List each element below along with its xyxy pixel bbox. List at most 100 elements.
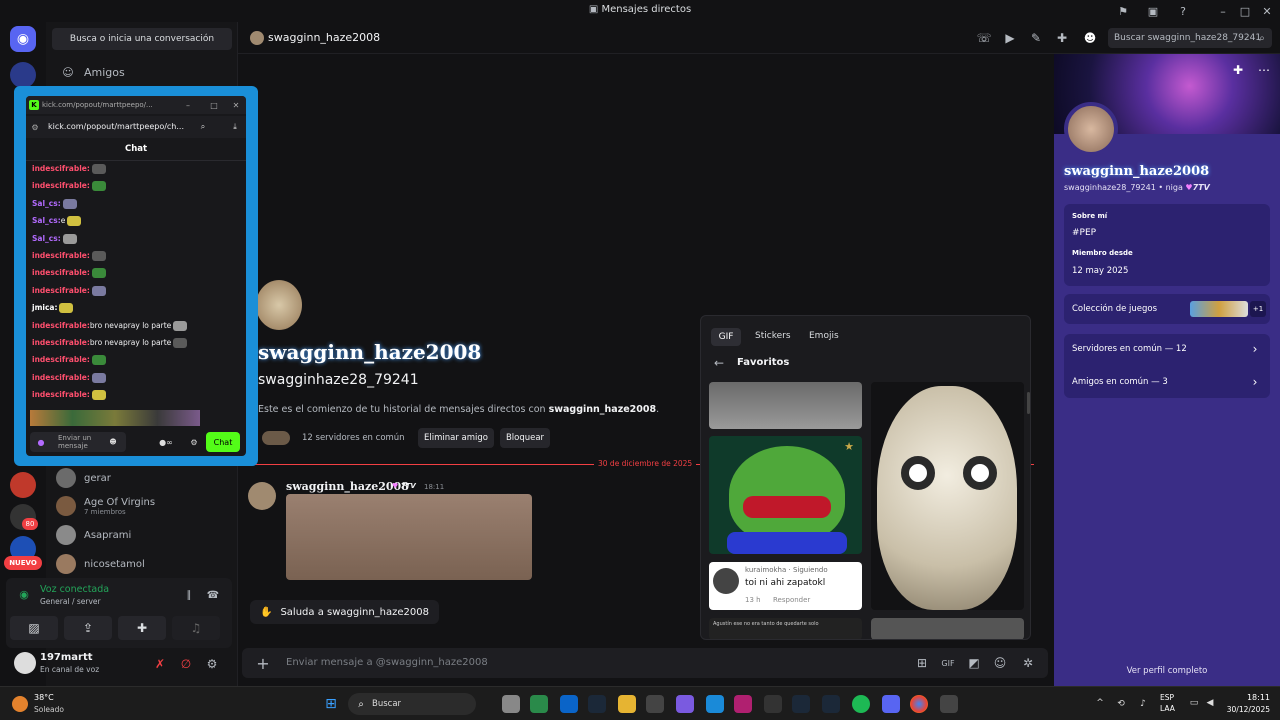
full-profile-link[interactable]: Ver perfil completo: [1054, 666, 1280, 676]
activities-button[interactable]: ✚: [118, 616, 166, 640]
disconnect-icon[interactable]: ☎: [206, 588, 220, 602]
copilot-icon[interactable]: [676, 695, 694, 713]
app-icon[interactable]: [646, 695, 664, 713]
edge-icon[interactable]: [706, 695, 724, 713]
download-icon[interactable]: ⤓: [230, 122, 240, 132]
folder-icon[interactable]: [618, 695, 636, 713]
games-card[interactable]: Colección de juegos +1: [1064, 294, 1270, 324]
mute-icon[interactable]: ✗: [152, 656, 168, 672]
kick-send-button[interactable]: Chat: [206, 432, 240, 452]
gif-thumbnail[interactable]: Agustín ese no era tanto de quedarte sol…: [709, 618, 862, 639]
gif-thumbnail[interactable]: [709, 382, 862, 429]
kick-chat-username[interactable]: indescifrable:: [32, 164, 90, 173]
inbox-icon[interactable]: ⚑: [1114, 3, 1132, 19]
clock-time[interactable]: 18:11: [1224, 693, 1270, 702]
wave-button[interactable]: ✋ Saluda a swagginn_haze2008: [250, 600, 439, 624]
video-icon[interactable]: ▶: [1002, 30, 1018, 46]
dm-search-button[interactable]: Busca o inicia una conversación: [52, 28, 232, 50]
app-icon[interactable]: [530, 695, 548, 713]
start-icon[interactable]: ⊞: [322, 695, 340, 713]
discord-taskbar-icon[interactable]: [882, 695, 900, 713]
outlook-icon[interactable]: [560, 695, 578, 713]
discord-home-icon[interactable]: ◉: [10, 26, 36, 52]
minimize-icon[interactable]: –: [1214, 3, 1232, 19]
server-icon[interactable]: [10, 62, 36, 88]
user-profile-icon[interactable]: ☻: [1082, 30, 1098, 46]
search-input[interactable]: Buscar swagginn_haze28_79241: [1108, 28, 1272, 48]
settings-icon[interactable]: ⚙: [204, 656, 220, 672]
user-avatar[interactable]: [14, 652, 36, 674]
kick-chat-username[interactable]: indescifrable:: [32, 286, 90, 295]
remove-friend-button[interactable]: Eliminar amigo: [418, 428, 494, 448]
language-top[interactable]: ESP: [1160, 693, 1174, 702]
soundboard-button[interactable]: ♫: [172, 616, 220, 640]
maximize-icon[interactable]: □: [208, 99, 220, 111]
site-info-icon[interactable]: ⚙: [30, 122, 40, 132]
help-icon[interactable]: ?: [1174, 3, 1192, 19]
gif-thumbnail[interactable]: [871, 618, 1024, 639]
mutual-friends-row[interactable]: Amigos en común — 3: [1072, 377, 1168, 387]
steam-icon[interactable]: [588, 695, 606, 713]
steam-icon[interactable]: [792, 695, 810, 713]
gift-icon[interactable]: ⊞: [914, 655, 930, 671]
favorite-star-icon[interactable]: ★: [841, 438, 857, 454]
attach-icon[interactable]: +: [254, 654, 272, 673]
gif-icon[interactable]: GIF: [940, 655, 956, 671]
pin-icon[interactable]: ✎: [1028, 30, 1044, 46]
call-icon[interactable]: ☏: [976, 30, 992, 46]
dm-item[interactable]: nicosetamol: [56, 550, 232, 578]
kick-chat-username[interactable]: Sal_cs:: [32, 234, 61, 243]
gif-thumbnail[interactable]: kuraimokha · Siguiendo toi ni ahi zapato…: [709, 562, 862, 610]
kick-chat-username[interactable]: indescifrable:: [32, 181, 90, 190]
screen-icon[interactable]: ▣: [1144, 3, 1162, 19]
tray-icon[interactable]: ⟲: [1114, 697, 1128, 711]
kick-chat-username[interactable]: Sal_cs:: [32, 199, 61, 208]
deafen-icon[interactable]: ∅: [178, 656, 194, 672]
back-arrow-icon[interactable]: ←: [711, 356, 727, 370]
settings-icon[interactable]: ⚙: [188, 436, 200, 448]
server-icon[interactable]: [10, 472, 36, 498]
add-friend-icon[interactable]: ✚: [1230, 62, 1246, 78]
gif-thumbnail[interactable]: ★: [709, 436, 862, 554]
zoom-icon[interactable]: ⌕: [198, 122, 208, 132]
mutual-servers-link[interactable]: 12 servidores en común: [302, 433, 405, 443]
message-author[interactable]: swagginn_haze2008: [286, 480, 409, 493]
block-button[interactable]: Bloquear: [500, 428, 550, 448]
tab-gif[interactable]: GIF: [711, 328, 741, 346]
kick-chat-username[interactable]: indescifrable:: [32, 251, 90, 260]
message-input[interactable]: Enviar mensaje a @swagginn_haze2008: [286, 657, 488, 668]
profile-avatar[interactable]: [1064, 102, 1118, 156]
maximize-icon[interactable]: □: [1236, 3, 1254, 19]
kick-chat-username[interactable]: indescifrable:: [32, 268, 90, 277]
minimize-icon[interactable]: –: [182, 99, 194, 111]
dm-item[interactable]: Asaprami: [56, 521, 232, 549]
screen-share-button[interactable]: ⇪: [64, 616, 112, 640]
kick-chat-username[interactable]: indescifrable:: [32, 321, 90, 330]
app-icon[interactable]: [940, 695, 958, 713]
camera-button[interactable]: ▨: [10, 616, 58, 640]
dm-item[interactable]: Age Of Virgins 7 miembros: [56, 492, 232, 520]
kick-chat-username[interactable]: indescifrable:: [32, 373, 90, 382]
kick-chat-input[interactable]: ● Enviar un mensaje ☻: [30, 432, 126, 452]
close-icon[interactable]: ✕: [1258, 3, 1276, 19]
scrollbar[interactable]: [1027, 392, 1030, 414]
spotify-icon[interactable]: [852, 695, 870, 713]
chrome-icon[interactable]: [910, 695, 928, 713]
kick-chat-username[interactable]: indescifrable:: [32, 338, 90, 347]
popout-url[interactable]: kick.com/popout/marttpeepo/ch...: [48, 122, 184, 131]
users-icon[interactable]: ●∞: [154, 436, 178, 448]
app-icon[interactable]: [734, 695, 752, 713]
kick-chat-username[interactable]: jmica:: [32, 303, 57, 312]
message-attachment-image[interactable]: [286, 494, 532, 580]
sticker-icon[interactable]: ◩: [966, 655, 982, 671]
tab-stickers[interactable]: Stickers: [755, 331, 791, 341]
taskbar-search[interactable]: ⌕ Buscar: [348, 693, 476, 715]
header-name[interactable]: swagginn_haze2008: [268, 31, 380, 44]
emote-icon[interactable]: ☻: [108, 437, 118, 447]
display-icon[interactable]: ▭: [1188, 697, 1200, 709]
steam-icon[interactable]: [822, 695, 840, 713]
emote-bar[interactable]: [30, 410, 200, 426]
gif-thumbnail[interactable]: [871, 382, 1024, 610]
friends-nav-item[interactable]: ☺ Amigos: [60, 58, 236, 86]
more-icon[interactable]: ⋯: [1256, 62, 1272, 78]
